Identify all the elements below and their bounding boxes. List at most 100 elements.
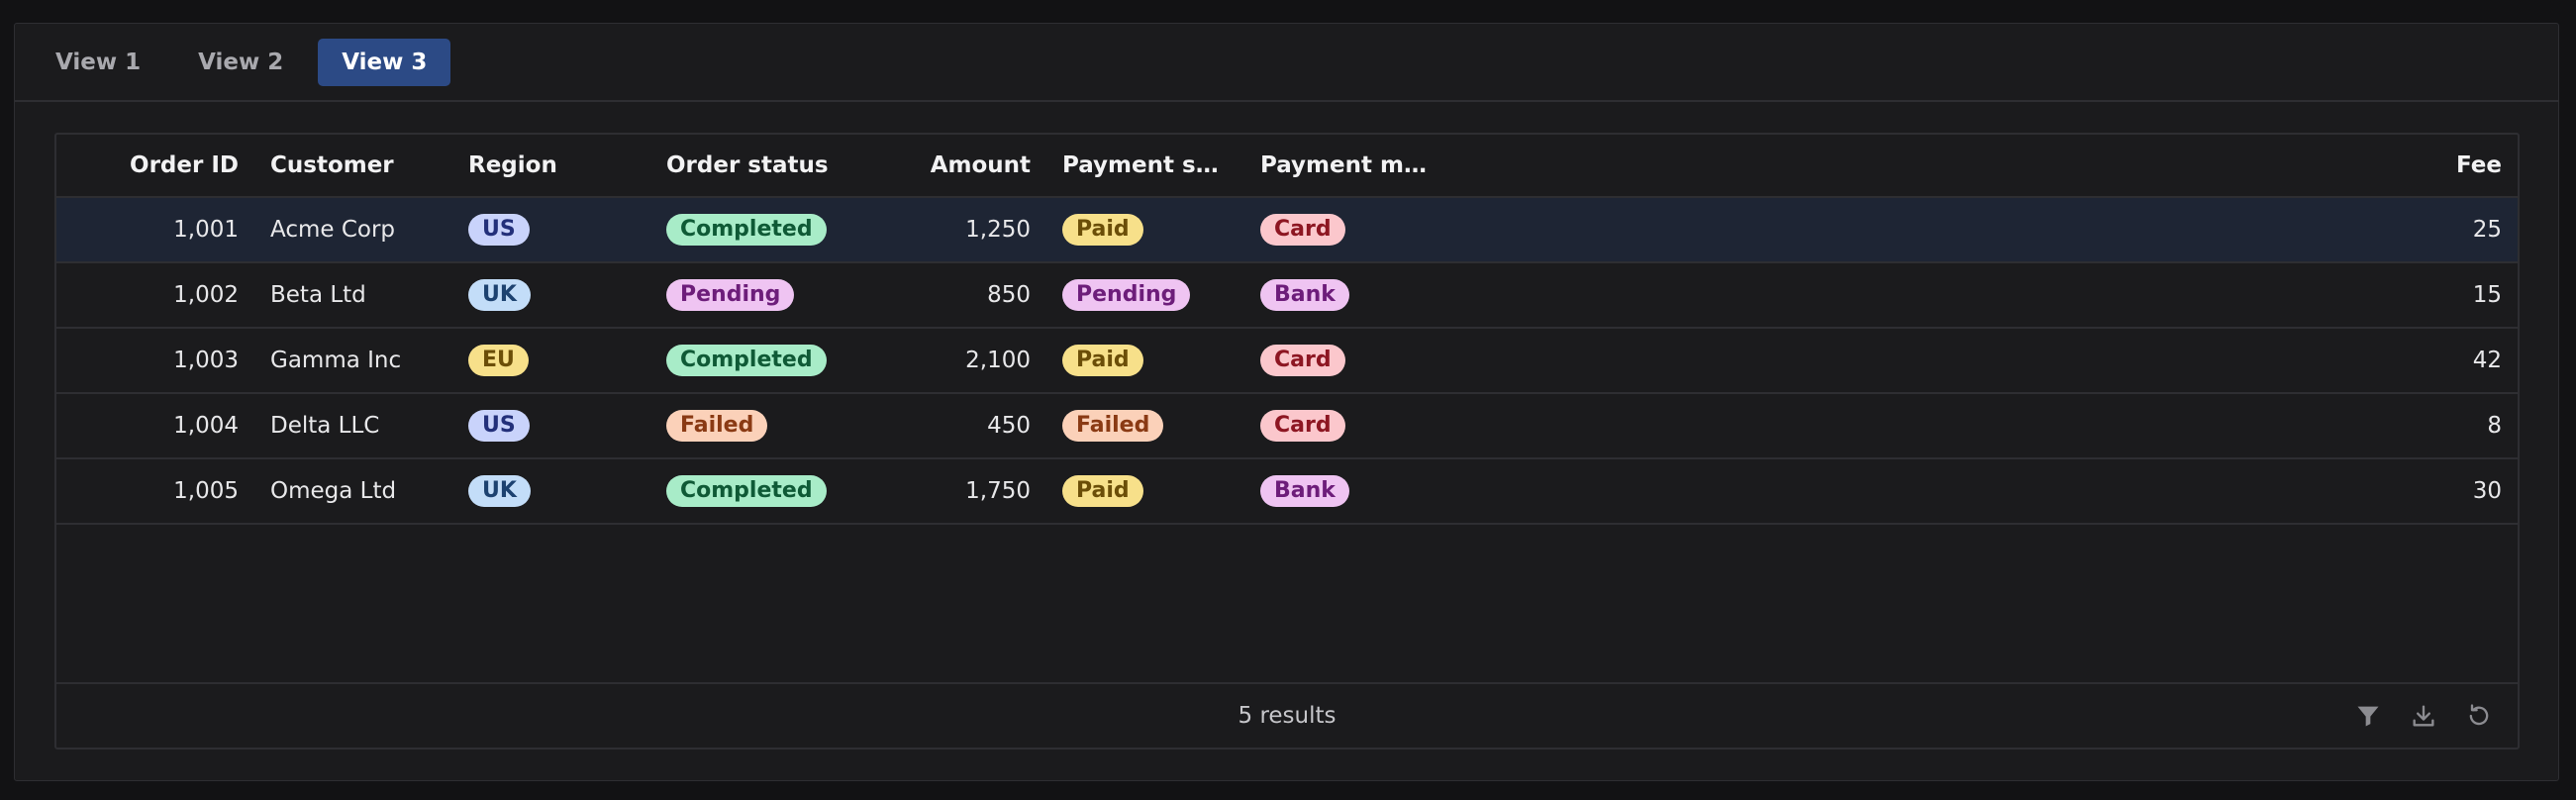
cell-amount[interactable]: 1,750: [848, 478, 1046, 504]
fee-value: 42: [2472, 348, 2502, 373]
cell-region[interactable]: US: [452, 214, 650, 246]
cell-payment-status[interactable]: Failed: [1046, 410, 1244, 442]
cell-fee[interactable]: 25: [1442, 217, 2518, 243]
column-header-order-id[interactable]: Order ID: [56, 152, 254, 178]
cell-order-status[interactable]: Completed: [650, 475, 848, 507]
cell-fee[interactable]: 8: [1442, 413, 2518, 439]
cell-region[interactable]: EU: [452, 345, 650, 376]
column-header-fee[interactable]: Fee: [1442, 152, 2518, 178]
cell-region[interactable]: UK: [452, 475, 650, 507]
cell-order-id[interactable]: 1,001: [56, 217, 254, 243]
column-header-payment-method[interactable]: Payment me...: [1244, 152, 1442, 178]
cell-customer[interactable]: Acme Corp: [254, 217, 452, 243]
cell-order-status[interactable]: Completed: [650, 345, 848, 376]
reset-icon[interactable]: [2462, 699, 2496, 733]
order-id-value: 1,005: [173, 478, 239, 504]
cell-customer[interactable]: Omega Ltd: [254, 478, 452, 504]
amount-value: 850: [987, 282, 1031, 308]
customer-value: Delta LLC: [270, 413, 380, 439]
cell-order-status[interactable]: Completed: [650, 214, 848, 246]
cell-payment-status[interactable]: Paid: [1046, 475, 1244, 507]
customer-value: Beta Ltd: [270, 282, 366, 308]
region-badge: EU: [468, 345, 529, 376]
results-count: 5 results: [1238, 703, 1337, 729]
cell-order-id[interactable]: 1,002: [56, 282, 254, 308]
cell-payment-method[interactable]: Card: [1244, 345, 1442, 376]
column-header-customer[interactable]: Customer: [254, 152, 452, 178]
amount-value: 450: [987, 413, 1031, 439]
tab-view-1[interactable]: View 1: [33, 39, 163, 86]
payment-method-badge: Card: [1260, 345, 1345, 376]
order-status-badge: Failed: [666, 410, 768, 442]
cell-region[interactable]: US: [452, 410, 650, 442]
payment-method-badge: Bank: [1260, 475, 1349, 507]
cell-payment-status[interactable]: Paid: [1046, 345, 1244, 376]
fee-value: 8: [2487, 413, 2502, 439]
cell-order-status[interactable]: Failed: [650, 410, 848, 442]
region-badge: US: [468, 214, 530, 246]
order-id-value: 1,002: [173, 282, 239, 308]
cell-amount[interactable]: 450: [848, 413, 1046, 439]
column-header-region[interactable]: Region: [452, 152, 650, 178]
tab-view-3[interactable]: View 3: [318, 38, 451, 86]
header-row: Order ID Customer Region Order status Am…: [56, 135, 2518, 198]
order-status-badge: Completed: [666, 214, 827, 246]
column-header-amount[interactable]: Amount: [848, 152, 1046, 178]
footer-tools: [2351, 684, 2496, 748]
payment-status-badge: Failed: [1062, 410, 1164, 442]
table-row[interactable]: 1,004 Delta LLC US Failed 450 Failed Card 8: [56, 394, 2518, 459]
view-tabs: View 1 View 2 View 3: [15, 24, 2558, 102]
region-badge: UK: [468, 279, 531, 311]
cell-customer[interactable]: Gamma Inc: [254, 348, 452, 373]
grid-body: 1,001 Acme Corp US Completed 1,250 Paid Card 25…: [56, 198, 2518, 525]
cell-amount[interactable]: 2,100: [848, 348, 1046, 373]
cell-payment-status[interactable]: Paid: [1046, 214, 1244, 246]
cell-region[interactable]: UK: [452, 279, 650, 311]
tab-view-2[interactable]: View 2: [175, 39, 306, 86]
cell-payment-method[interactable]: Bank: [1244, 279, 1442, 311]
order-id-value: 1,003: [173, 348, 239, 373]
cell-fee[interactable]: 42: [1442, 348, 2518, 373]
order-status-badge: Pending: [666, 279, 795, 311]
payment-status-badge: Paid: [1062, 214, 1143, 246]
order-status-badge: Completed: [666, 475, 827, 507]
cell-payment-status[interactable]: Pending: [1046, 279, 1244, 311]
cell-customer[interactable]: Beta Ltd: [254, 282, 452, 308]
payment-method-badge: Bank: [1260, 279, 1349, 311]
table-row[interactable]: 1,001 Acme Corp US Completed 1,250 Paid Card 25: [56, 198, 2518, 263]
order-id-value: 1,004: [173, 413, 239, 439]
cell-payment-method[interactable]: Card: [1244, 410, 1442, 442]
filter-icon[interactable]: [2351, 699, 2385, 733]
cell-payment-method[interactable]: Bank: [1244, 475, 1442, 507]
cell-order-id[interactable]: 1,003: [56, 348, 254, 373]
cell-order-id[interactable]: 1,005: [56, 478, 254, 504]
table-row[interactable]: 1,005 Omega Ltd UK Completed 1,750 Paid Bank 30: [56, 459, 2518, 525]
grid-footer: 5 results: [56, 682, 2518, 748]
table-row[interactable]: 1,003 Gamma Inc EU Completed 2,100 Paid Card 42: [56, 329, 2518, 394]
region-badge: UK: [468, 475, 531, 507]
fee-value: 30: [2472, 478, 2502, 504]
payment-status-badge: Paid: [1062, 475, 1143, 507]
cell-customer[interactable]: Delta LLC: [254, 413, 452, 439]
table-row[interactable]: 1,002 Beta Ltd UK Pending 850 Pending Bank 15: [56, 263, 2518, 329]
amount-value: 1,750: [965, 478, 1031, 504]
payment-method-badge: Card: [1260, 410, 1345, 442]
cell-payment-method[interactable]: Card: [1244, 214, 1442, 246]
column-header-payment-status[interactable]: Payment sta...: [1046, 152, 1244, 178]
order-status-badge: Completed: [666, 345, 827, 376]
cell-fee[interactable]: 15: [1442, 282, 2518, 308]
fee-value: 25: [2472, 217, 2502, 243]
amount-value: 2,100: [965, 348, 1031, 373]
cell-amount[interactable]: 850: [848, 282, 1046, 308]
data-grid: Order ID Customer Region Order status Am…: [54, 133, 2520, 750]
download-icon[interactable]: [2407, 699, 2440, 733]
payment-status-badge: Pending: [1062, 279, 1191, 311]
customer-value: Acme Corp: [270, 217, 396, 243]
tabbed-grid-panel: View 1 View 2 View 3 Order ID Customer R…: [14, 23, 2559, 781]
cell-amount[interactable]: 1,250: [848, 217, 1046, 243]
cell-order-status[interactable]: Pending: [650, 279, 848, 311]
order-id-value: 1,001: [173, 217, 239, 243]
column-header-order-status[interactable]: Order status: [650, 152, 848, 178]
cell-fee[interactable]: 30: [1442, 478, 2518, 504]
cell-order-id[interactable]: 1,004: [56, 413, 254, 439]
